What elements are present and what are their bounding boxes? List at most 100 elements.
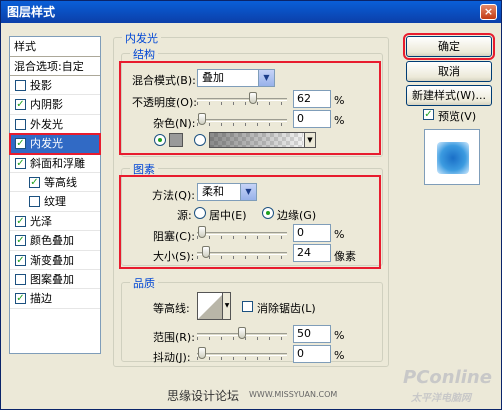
style-item-label: 投影	[30, 79, 52, 92]
style-item-label: 斜面和浮雕	[30, 156, 85, 170]
close-icon: ×	[483, 5, 494, 18]
style-item-checkbox[interactable]: ✓	[29, 176, 40, 188]
style-item-checkbox[interactable]: ✓	[15, 235, 26, 247]
window-title: 图层样式	[7, 5, 56, 19]
range-slider-thumb[interactable]	[238, 327, 246, 339]
jitter-slider-thumb[interactable]	[197, 347, 206, 359]
method-select[interactable]: 柔和 ▼	[197, 183, 257, 201]
style-list-header[interactable]: 样式	[10, 37, 100, 57]
style-item-label: 光泽	[30, 214, 52, 228]
choke-input[interactable]: 0	[293, 224, 331, 242]
chevron-down-icon: ▼	[258, 70, 274, 86]
style-item-checkbox[interactable]: ✓	[15, 138, 26, 150]
quality-title: 品质	[130, 275, 158, 291]
color-radio[interactable]	[154, 134, 166, 146]
style-item-label: 等高线	[44, 175, 77, 189]
blend-options-item[interactable]: 混合选项:自定	[10, 57, 100, 76]
noise-slider-thumb[interactable]	[197, 113, 206, 125]
preview-checkbox[interactable]: ✓	[423, 109, 434, 120]
style-item[interactable]: ✓ 等高线	[10, 173, 100, 193]
style-item-checkbox[interactable]: ✓	[15, 157, 26, 169]
style-item-checkbox[interactable]	[15, 273, 26, 285]
style-item[interactable]: ✓ 内发光	[9, 133, 101, 155]
method-value: 柔和	[202, 185, 224, 198]
anti-alias-checkbox[interactable]	[242, 301, 253, 312]
range-slider[interactable]	[197, 327, 287, 341]
contour-picker[interactable]: ▼	[197, 292, 231, 320]
range-label: 范围(R):	[153, 331, 195, 344]
style-item[interactable]: ✓ 渐变叠加	[10, 251, 100, 270]
style-item[interactable]: 纹理	[10, 192, 100, 212]
choke-slider[interactable]	[197, 226, 287, 240]
title-bar: 图层样式 ×	[1, 1, 501, 23]
style-item-label: 纹理	[44, 195, 66, 209]
watermark-logo: PConline	[403, 367, 492, 388]
chevron-down-icon: ▼	[240, 184, 256, 200]
layer-style-dialog: 图层样式 × 样式 混合选项:自定 投影 ✓ 内阴影 外发光 ✓ 内发光 ✓ 斜面和浮雕 ✓ 等高…	[0, 0, 502, 410]
glow-color-swatch[interactable]	[169, 133, 183, 147]
choke-slider-thumb[interactable]	[197, 226, 206, 238]
style-item[interactable]: ✓ 内阴影	[10, 95, 100, 115]
size-slider-thumb[interactable]	[202, 246, 210, 258]
size-unit: 像素	[334, 250, 356, 263]
new-style-button[interactable]: 新建样式(W)...	[406, 85, 492, 106]
style-list: 样式 混合选项:自定 投影 ✓ 内阴影 外发光 ✓ 内发光 ✓ 斜面和浮雕 ✓ 等高线 纹理 ✓ 光泽 ✓…	[9, 36, 101, 354]
style-item[interactable]: 图案叠加	[10, 270, 100, 290]
choke-label: 阻塞(C):	[153, 230, 195, 243]
structure-title: 结构	[130, 46, 158, 62]
source-edge-label[interactable]: 边缘(G)	[277, 207, 316, 223]
style-item-checkbox[interactable]: ✓	[15, 215, 26, 227]
gradient-radio[interactable]	[194, 134, 206, 146]
blend-mode-label: 混合模式(B):	[132, 74, 196, 87]
noise-unit: %	[334, 114, 345, 127]
noise-slider[interactable]	[197, 113, 287, 127]
opacity-input[interactable]: 62	[293, 90, 331, 108]
watermark-url: WWW.MISSYUAN.COM	[249, 390, 338, 399]
cancel-button[interactable]: 取消	[406, 61, 492, 82]
source-center-radio[interactable]	[194, 207, 206, 219]
style-item-label: 颜色叠加	[30, 234, 74, 248]
range-unit: %	[334, 329, 345, 342]
opacity-slider-thumb[interactable]	[248, 92, 257, 104]
style-item[interactable]: ✓ 描边	[10, 289, 100, 309]
chevron-down-icon: ▼	[222, 293, 230, 319]
style-item-checkbox[interactable]	[15, 80, 26, 91]
opacity-unit: %	[334, 94, 345, 107]
method-label: 方法(Q):	[152, 189, 195, 202]
close-button[interactable]: ×	[480, 4, 497, 20]
blend-mode-select[interactable]: 叠加 ▼	[197, 69, 275, 87]
range-input[interactable]: 50	[293, 325, 331, 343]
noise-input[interactable]: 0	[293, 110, 331, 128]
blend-mode-value: 叠加	[202, 71, 224, 84]
choke-unit: %	[334, 228, 345, 241]
source-edge-radio[interactable]	[262, 207, 274, 219]
jitter-slider[interactable]	[197, 347, 287, 361]
ok-button[interactable]: 确定	[403, 33, 495, 60]
size-input[interactable]: 24	[293, 244, 331, 262]
style-item[interactable]: ✓ 斜面和浮雕	[10, 154, 100, 173]
style-item[interactable]: ✓ 光泽	[10, 212, 100, 232]
anti-alias-label[interactable]: 消除锯齿(L)	[257, 300, 316, 316]
size-slider[interactable]	[197, 246, 287, 260]
style-item[interactable]: 投影	[10, 76, 100, 96]
style-item-checkbox[interactable]: ✓	[15, 254, 26, 266]
style-preview	[424, 129, 480, 185]
style-item-checkbox[interactable]: ✓	[15, 293, 26, 305]
source-center-label[interactable]: 居中(E)	[209, 207, 247, 223]
glow-gradient-picker[interactable]: ▼	[209, 132, 316, 148]
style-item[interactable]: 外发光	[10, 115, 100, 135]
chevron-down-icon: ▼	[304, 133, 315, 147]
style-item-checkbox[interactable]	[15, 118, 26, 130]
watermark-logo-sub: 太平洋电脑网	[411, 393, 471, 404]
preview-label[interactable]: 预览(V)	[438, 108, 476, 124]
style-item[interactable]: ✓ 颜色叠加	[10, 231, 100, 251]
opacity-slider[interactable]	[197, 92, 287, 106]
style-item-label: 图案叠加	[30, 272, 74, 286]
jitter-label: 抖动(J):	[153, 351, 191, 364]
style-item-checkbox[interactable]: ✓	[15, 99, 26, 111]
watermark-site: 思缘设计论坛	[167, 389, 240, 403]
style-item-checkbox[interactable]	[29, 196, 40, 208]
style-item-label: 内阴影	[30, 98, 63, 112]
jitter-input[interactable]: 0	[293, 345, 331, 363]
style-item-label: 外发光	[30, 117, 63, 131]
